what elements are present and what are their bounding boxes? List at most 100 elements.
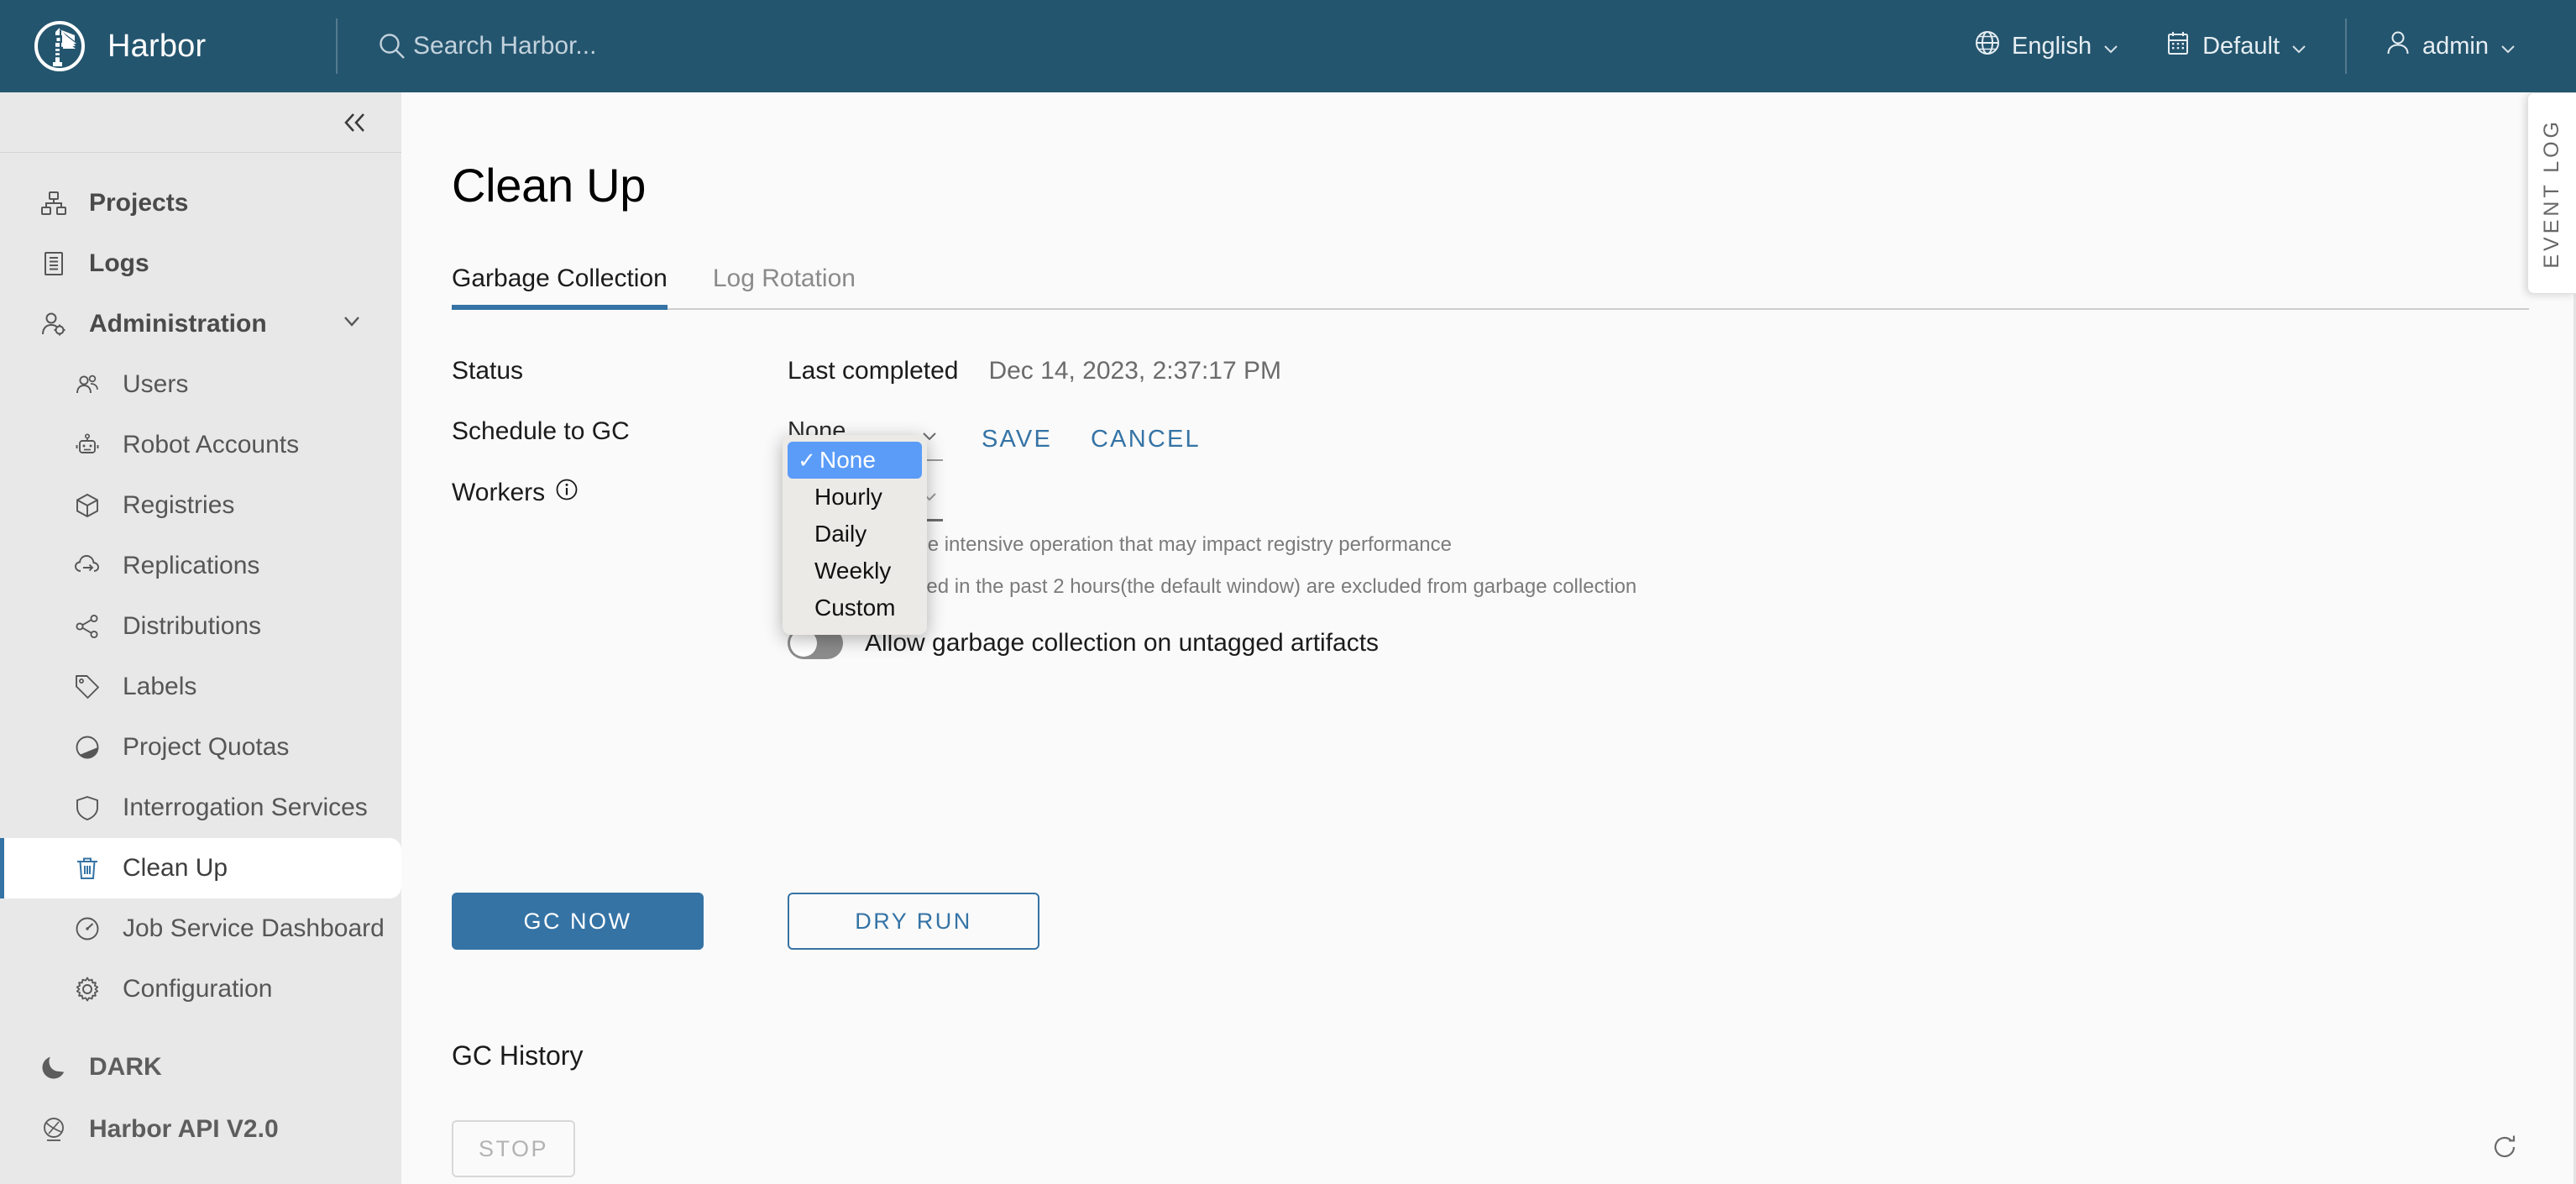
status-value: Last completed Dec 14, 2023, 2:37:17 PM (788, 350, 1281, 385)
status-timestamp: Dec 14, 2023, 2:37:17 PM (988, 357, 1281, 385)
sidebar-item-configuration[interactable]: Configuration (0, 959, 401, 1019)
info-circle-icon[interactable] (555, 478, 579, 508)
sidebar-item-project-quotas[interactable]: Project Quotas (0, 717, 401, 778)
sidebar-item-logs[interactable]: Logs (0, 233, 401, 294)
calendar-icon (2164, 29, 2192, 64)
search-area[interactable] (338, 0, 1951, 92)
administration-icon (40, 311, 72, 338)
replications-icon (74, 553, 106, 579)
sidebar-item-label: Labels (123, 673, 196, 701)
sidebar-item-label: Clean Up (123, 854, 228, 883)
dropdown-option-daily[interactable]: Daily (783, 516, 927, 553)
projects-icon (40, 190, 72, 217)
tab-label: Garbage Collection (452, 265, 668, 292)
robot-icon (74, 432, 106, 458)
gc-history-title: GC History (452, 1040, 2529, 1071)
sidebar-item-interrogation-services[interactable]: Interrogation Services (0, 778, 401, 838)
sidebar-item-registries[interactable]: Registries (0, 475, 401, 536)
sidebar-item-label: Replications (123, 552, 259, 580)
tab-garbage-collection[interactable]: Garbage Collection (452, 265, 683, 308)
dropdown-option-label: Custom (814, 595, 895, 621)
dropdown-option-label: Hourly (814, 484, 882, 511)
cancel-button[interactable]: CANCEL (1091, 426, 1201, 453)
sidebar-item-harbor-api[interactable]: Harbor API V2.0 (0, 1098, 401, 1160)
app-header: Harbor English (0, 0, 2576, 92)
untagged-artifacts-toggle-label: Allow garbage collection on untagged art… (865, 629, 1379, 657)
event-log-tab[interactable]: EVENT LOG (2527, 92, 2576, 294)
gc-now-button[interactable]: GC NOW (452, 893, 704, 950)
dropdown-option-weekly[interactable]: Weekly (783, 553, 927, 589)
dropdown-option-label: Daily (814, 521, 867, 547)
sidebar-item-label: Administration (89, 310, 267, 338)
sidebar-item-label: Distributions (123, 612, 261, 641)
chevron-down-icon (2102, 37, 2120, 55)
sidebar-item-label: Harbor API V2.0 (89, 1115, 279, 1144)
status-label: Status (452, 350, 788, 385)
sidebar-item-labels[interactable]: Labels (0, 657, 401, 717)
check-icon: ✓ (794, 448, 819, 474)
job-service-dashboard-icon (74, 915, 106, 942)
workers-label: Workers (452, 471, 788, 508)
dropdown-option-none[interactable]: ✓ None (788, 442, 922, 479)
workers-row: Workers (452, 471, 2529, 532)
logs-icon (40, 250, 72, 277)
status-state-label: Last completed (788, 357, 958, 385)
dry-run-button[interactable]: DRY RUN (788, 893, 1039, 950)
sidebar-item-label: Projects (89, 189, 188, 217)
tab-bar: Garbage Collection Log Rotation (452, 265, 2529, 310)
main-content: Clean Up Garbage Collection Log Rotation… (401, 92, 2576, 1184)
user-icon (2384, 29, 2412, 64)
gc-form: Status Last completed Dec 14, 2023, 2:37… (452, 350, 2529, 532)
dropdown-option-label: Weekly (814, 558, 891, 584)
schedule-select-dropdown[interactable]: ✓ None Hourly Daily Weekly Custom (783, 435, 927, 635)
distributions-icon (74, 613, 106, 640)
header-separator (2345, 18, 2347, 74)
header-right-controls: English Default (1951, 0, 2576, 92)
save-button[interactable]: SAVE (982, 426, 1052, 453)
sidebar-item-job-service-dashboard[interactable]: Job Service Dashboard (0, 898, 401, 959)
dropdown-option-hourly[interactable]: Hourly (783, 479, 927, 516)
user-menu[interactable]: admin (2362, 0, 2539, 92)
event-log-label: EVENT LOG (2540, 118, 2564, 269)
tab-label: Log Rotation (713, 265, 856, 292)
harbor-api-icon (40, 1116, 72, 1143)
language-selector[interactable]: English (1951, 0, 2142, 92)
user-label: admin (2422, 33, 2489, 60)
sidebar-item-replications[interactable]: Replications (0, 536, 401, 596)
sidebar-item-label: Configuration (123, 975, 272, 1003)
language-label: English (2012, 33, 2092, 60)
users-icon (74, 371, 106, 398)
project-selector[interactable]: Default (2142, 0, 2330, 92)
configuration-gear-icon (74, 976, 106, 1003)
sidebar-item-clean-up[interactable]: Clean Up (0, 838, 401, 898)
sidebar-item-administration[interactable]: Administration (0, 294, 401, 354)
workers-label-text: Workers (452, 479, 545, 507)
sidebar-item-label: Job Service Dashboard (123, 914, 385, 943)
brand-title: Harbor (107, 29, 206, 65)
project-label: Default (2202, 33, 2280, 60)
stop-button[interactable]: STOP (452, 1120, 575, 1177)
sidebar-collapse-row (0, 92, 401, 153)
sidebar-item-users[interactable]: Users (0, 354, 401, 415)
refresh-icon[interactable] (2480, 1123, 2529, 1176)
sidebar-item-label: Robot Accounts (123, 431, 299, 459)
sidebar-item-label: DARK (89, 1053, 162, 1082)
tab-log-rotation[interactable]: Log Rotation (713, 265, 871, 308)
double-chevron-left-icon[interactable] (341, 110, 369, 135)
sidebar-item-robot-accounts[interactable]: Robot Accounts (0, 415, 401, 475)
registries-icon (74, 492, 106, 519)
page-title: Clean Up (452, 92, 2529, 212)
sidebar-item-dark-mode[interactable]: DARK (0, 1036, 401, 1098)
labels-icon (74, 673, 106, 700)
sidebar: Projects Logs (0, 92, 401, 1184)
sidebar-item-projects[interactable]: Projects (0, 173, 401, 233)
sidebar-item-label: Registries (123, 491, 234, 520)
globe-icon (1973, 29, 2002, 64)
dropdown-option-label: None (819, 447, 876, 474)
brand-area[interactable]: Harbor (0, 0, 336, 92)
dropdown-option-custom[interactable]: Custom (783, 589, 927, 626)
chevron-down-icon[interactable] (341, 310, 363, 338)
sidebar-item-distributions[interactable]: Distributions (0, 596, 401, 657)
search-input[interactable] (413, 32, 950, 60)
sidebar-bottom: DARK Harbor API V2.0 (0, 1036, 401, 1184)
